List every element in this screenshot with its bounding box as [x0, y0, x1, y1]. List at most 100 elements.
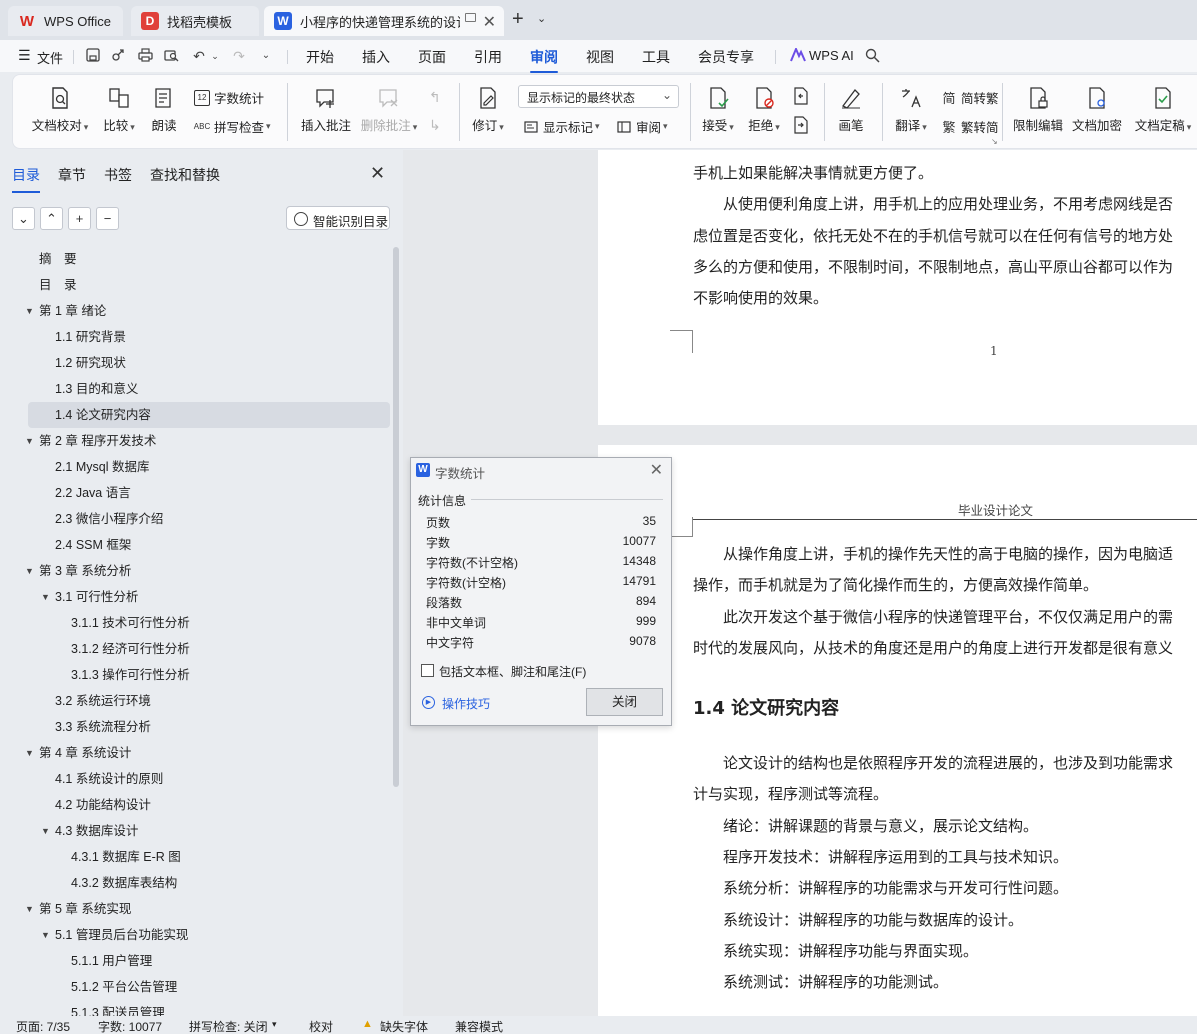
remove-heading-button[interactable]: − [96, 207, 119, 230]
close-tab-icon[interactable]: ✕ [483, 12, 496, 32]
accept-button[interactable]: 接受 ▾ [700, 86, 736, 134]
expand-all-button[interactable]: ⌄ [12, 207, 35, 230]
doc-proof-button[interactable]: 文档校对 ▾ [30, 86, 90, 134]
toc-item[interactable]: 4.3.2 数据库表结构 [0, 870, 390, 896]
translate-button[interactable]: 翻译 ▾ [893, 86, 929, 134]
close-icon[interactable]: ✕ [370, 163, 385, 184]
expand-triangle-icon[interactable]: ▼ [41, 922, 50, 948]
toc-item[interactable]: 1.1 研究背景 [0, 324, 390, 350]
expand-triangle-icon[interactable]: ▼ [25, 558, 34, 584]
toc-item[interactable]: 4.2 功能结构设计 [0, 792, 390, 818]
toc-item[interactable]: 摘 要 [0, 246, 390, 272]
markup-state-select[interactable]: 显示标记的最终状态 ⌄ [518, 85, 679, 108]
toc-item[interactable]: 2.4 SSM 框架 [0, 532, 390, 558]
new-tab-icon[interactable]: + [512, 8, 524, 31]
tab-wps-office[interactable]: W WPS Office [8, 6, 123, 36]
share-icon[interactable] [110, 48, 126, 64]
toc-item[interactable]: ▼ 第 2 章 程序开发技术 [0, 428, 390, 454]
include-textboxes-checkbox[interactable] [421, 664, 434, 677]
spell-check-button[interactable]: ABC 拼写检查 ▾ [194, 117, 271, 136]
tips-link[interactable]: 操作技巧 [442, 695, 490, 712]
toc-item[interactable]: 3.1.1 技术可行性分析 [0, 610, 390, 636]
pen-button[interactable]: 画笔 [836, 86, 866, 134]
show-markup-button[interactable]: 显示标记 ▾ [523, 117, 600, 136]
menu-start[interactable]: 开始 [306, 47, 334, 67]
toc-item[interactable]: 4.3.1 数据库 E-R 图 [0, 844, 390, 870]
toc-item[interactable]: ▼ 5.1 管理员后台功能实现 [0, 922, 390, 948]
chevron-down-icon[interactable]: ⌄ [258, 48, 274, 64]
missing-font-status[interactable]: 缺失字体 [380, 1018, 428, 1034]
toc-item[interactable]: ▼ 3.1 可行性分析 [0, 584, 390, 610]
monitor-icon[interactable] [465, 13, 476, 22]
tab-document[interactable]: W 小程序的快递管理系统的设计与 ✕ [264, 6, 504, 36]
tab-docer-templates[interactable]: D 找稻壳模板 [131, 6, 259, 36]
sidebar-scrollbar[interactable] [393, 247, 399, 787]
toc-item[interactable]: 4.1 系统设计的原则 [0, 766, 390, 792]
track-changes-button[interactable]: 修订 ▾ [470, 86, 506, 134]
restrict-edit-button[interactable]: 限制编辑 [1012, 86, 1064, 134]
dialog-title-bar[interactable]: W 字数统计 ✕ [411, 458, 671, 483]
tab-chapters[interactable]: 章节 [58, 165, 86, 185]
toc-item[interactable]: 1.2 研究现状 [0, 350, 390, 376]
toc-item[interactable]: 5.1.2 平台公告管理 [0, 974, 390, 1000]
expand-triangle-icon[interactable]: ▼ [41, 818, 50, 844]
print-preview-icon[interactable] [163, 48, 179, 64]
toc-item[interactable]: ▼ 第 1 章 绪论 [0, 298, 390, 324]
toc-item[interactable]: ▼ 第 3 章 系统分析 [0, 558, 390, 584]
menu-insert[interactable]: 插入 [362, 47, 390, 67]
toc-item[interactable]: ▼ 第 5 章 系统实现 [0, 896, 390, 922]
insert-comment-button[interactable]: 插入批注 [300, 86, 352, 134]
menu-member[interactable]: 会员专享 [698, 47, 754, 67]
close-icon[interactable]: ✕ [650, 460, 663, 480]
menu-file[interactable]: 文件 [37, 48, 63, 67]
close-button[interactable]: 关闭 [586, 688, 663, 716]
page-indicator[interactable]: 页面: 7/35 [16, 1018, 70, 1034]
expand-triangle-icon[interactable]: ▼ [41, 584, 50, 610]
expand-triangle-icon[interactable]: ▼ [25, 298, 34, 324]
encrypt-button[interactable]: 文档加密 [1071, 86, 1123, 134]
toc-item[interactable]: 3.3 系统流程分析 [0, 714, 390, 740]
add-heading-button[interactable]: + [68, 207, 91, 230]
toc-item[interactable]: 2.1 Mysql 数据库 [0, 454, 390, 480]
expand-triangle-icon[interactable]: ▼ [25, 896, 34, 922]
toc-item[interactable]: 2.2 Java 语言 [0, 480, 390, 506]
tab-toc[interactable]: 目录 [12, 165, 40, 193]
chevron-down-icon[interactable]: ⌄ [537, 12, 546, 25]
toc-item[interactable]: 目 录 [0, 272, 390, 298]
toc-item[interactable]: 3.1.3 操作可行性分析 [0, 662, 390, 688]
menu-page[interactable]: 页面 [418, 47, 446, 67]
expand-dialog-icon[interactable]: ↘ [991, 137, 998, 146]
expand-triangle-icon[interactable]: ▼ [25, 740, 34, 766]
undo-icon[interactable]: ↶ [191, 48, 207, 64]
toc-item[interactable]: 3.1.2 经济可行性分析 [0, 636, 390, 662]
search-icon[interactable] [864, 48, 880, 64]
print-icon[interactable] [137, 48, 153, 64]
next-change-icon[interactable] [793, 116, 809, 137]
word-count-button[interactable]: 12 字数统计 [194, 88, 264, 107]
chevron-down-icon[interactable]: ▾ [272, 1019, 277, 1030]
spell-check-status[interactable]: 拼写检查: 关闭 [189, 1018, 268, 1034]
collapse-all-button[interactable]: ⌃ [40, 207, 63, 230]
expand-triangle-icon[interactable]: ▼ [25, 428, 34, 454]
menu-wps-ai[interactable]: WPS AI [809, 48, 854, 63]
word-count-status[interactable]: 字数: 10077 [98, 1018, 162, 1034]
finalize-button[interactable]: 文档定稿 ▾ [1132, 86, 1194, 134]
hamburger-icon[interactable]: ☰ [18, 47, 31, 64]
review-pane-button[interactable]: 审阅 ▾ [616, 117, 668, 136]
smart-toc-button[interactable]: 智能识别目录 [286, 206, 390, 230]
menu-tools[interactable]: 工具 [642, 47, 670, 67]
toc-item[interactable]: 1.4 论文研究内容 [28, 402, 390, 428]
chevron-down-icon[interactable]: ⌄ [207, 48, 223, 64]
tab-bookmarks[interactable]: 书签 [104, 165, 132, 185]
menu-view[interactable]: 视图 [586, 47, 614, 67]
to-simplified-button[interactable]: 繁 繁转简 [941, 117, 998, 136]
toc-item[interactable]: 5.1.1 用户管理 [0, 948, 390, 974]
toc-item[interactable]: ▼ 第 4 章 系统设计 [0, 740, 390, 766]
prev-change-icon[interactable] [793, 87, 809, 108]
toc-item[interactable]: 2.3 微信小程序介绍 [0, 506, 390, 532]
menu-references[interactable]: 引用 [474, 47, 502, 67]
proof-status[interactable]: 校对 [309, 1018, 333, 1034]
save-icon[interactable] [85, 48, 101, 64]
reject-button[interactable]: 拒绝 ▾ [746, 86, 782, 134]
read-aloud-button[interactable]: 朗读 [149, 86, 179, 134]
